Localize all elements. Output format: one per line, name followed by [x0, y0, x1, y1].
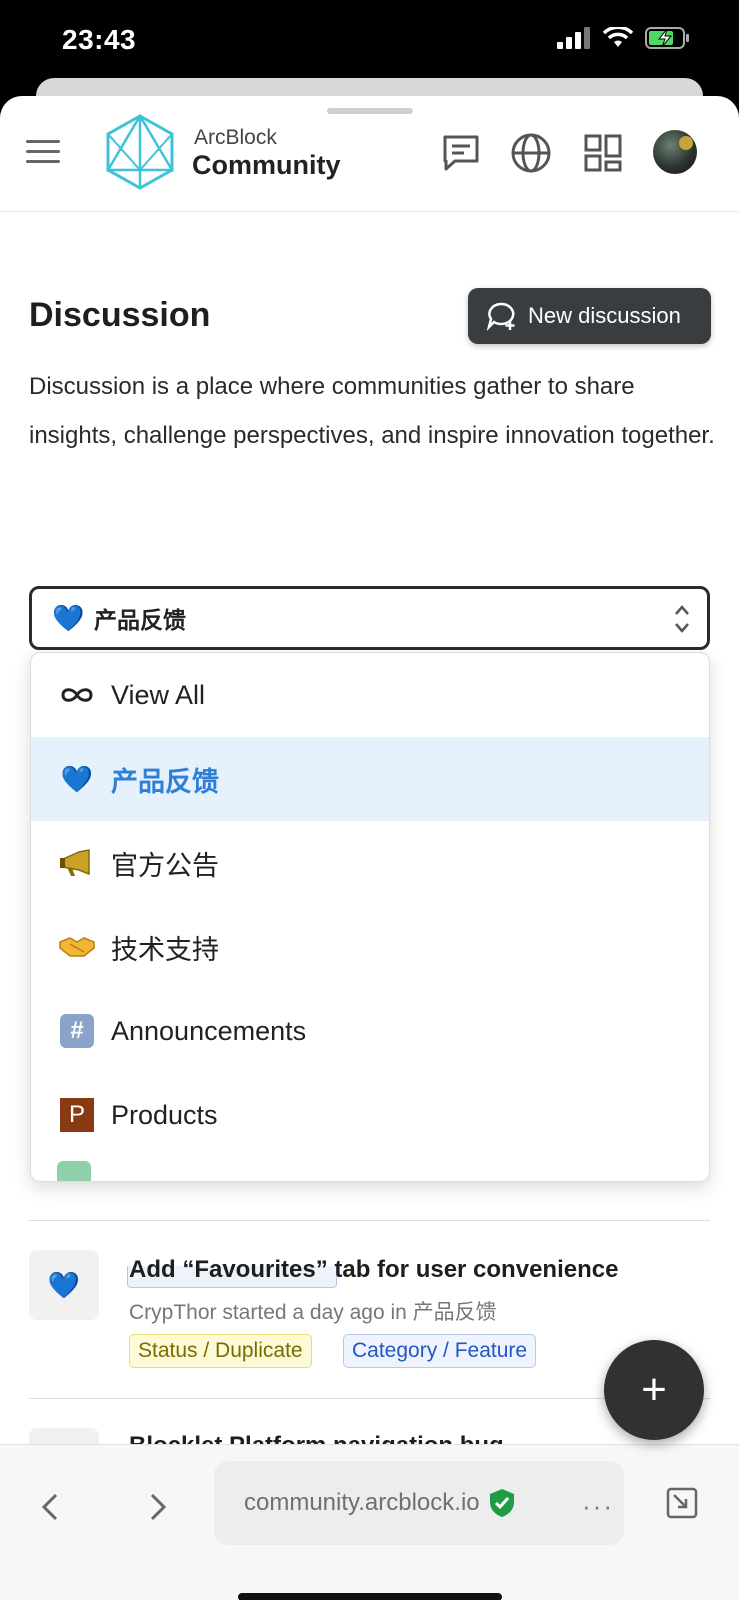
p-letter-icon: P: [57, 1097, 97, 1133]
globe-icon[interactable]: [510, 132, 552, 174]
share-tab-icon[interactable]: [664, 1485, 700, 1521]
board-dropdown: View All 💙 产品反馈 官方公告 技术支持 # Announcement…: [30, 652, 710, 1182]
browser-toolbar: community.arcblock.io ···: [0, 1444, 739, 1600]
more-icon[interactable]: ···: [582, 1491, 614, 1522]
status-tag[interactable]: Status / Duplicate: [129, 1334, 312, 1368]
status-icons: [557, 26, 691, 50]
dropdown-item-tech-support[interactable]: 技术支持: [31, 905, 709, 989]
chevron-up-down-icon: [675, 605, 689, 633]
dropdown-item-products[interactable]: P Products: [31, 1073, 709, 1157]
page-title: Discussion: [29, 296, 211, 334]
hash-icon: #: [57, 1013, 97, 1049]
dropdown-item-label: 官方公告: [111, 850, 219, 881]
handshake-icon: [57, 929, 97, 965]
app-header: ArcBlock Community: [0, 96, 739, 212]
board-select-value: 产品反馈: [94, 607, 186, 633]
signal-icon: [557, 27, 590, 49]
page-description: Discussion is a place where communities …: [29, 373, 715, 449]
dropdown-item-announcements-cn[interactable]: 官方公告: [31, 821, 709, 905]
back-icon[interactable]: [34, 1489, 70, 1525]
url-text: community.arcblock.io: [244, 1489, 480, 1516]
category-tag[interactable]: Category / Feature: [343, 1334, 537, 1368]
post-title[interactable]: Add “Favourites” tab for user convenienc…: [129, 1256, 618, 1284]
browser-sheet: ArcBlock Community Discussion New discus…: [0, 96, 739, 1600]
forward-icon[interactable]: [138, 1489, 174, 1525]
home-indicator: [238, 1593, 502, 1600]
arcblock-logo: [105, 113, 175, 190]
dropdown-item-cut-icon: [57, 1161, 91, 1181]
dropdown-item-label: 产品反馈: [111, 766, 219, 797]
user-avatar[interactable]: [653, 130, 697, 174]
brand-name: ArcBlock: [194, 126, 277, 149]
infinity-icon: [57, 677, 97, 713]
board-select[interactable]: 💙 产品反馈: [29, 586, 710, 650]
list-divider: [29, 1220, 710, 1221]
new-chat-icon: [486, 302, 515, 331]
brand-subtitle: Community: [192, 150, 341, 180]
post-meta: CrypThor started a day ago in 产品反馈: [129, 1301, 497, 1324]
dropdown-item-product-feedback[interactable]: 💙 产品反馈: [31, 737, 709, 821]
status-time: 23:43: [62, 24, 137, 55]
wifi-icon: [603, 27, 633, 47]
dropdown-item-view-all[interactable]: View All: [31, 653, 709, 737]
chat-icon[interactable]: [440, 132, 482, 174]
blue-heart-icon: 💙: [52, 602, 85, 633]
dropdown-item-label: 技术支持: [111, 934, 219, 965]
dropdown-item-announcements[interactable]: # Announcements: [31, 989, 709, 1073]
blue-heart-icon: 💙: [60, 763, 94, 794]
blue-heart-icon: 💙: [29, 1250, 99, 1320]
battery-charging-icon: [645, 27, 689, 49]
megaphone-icon: [57, 845, 97, 881]
menu-icon[interactable]: [26, 140, 60, 166]
apps-grid-icon[interactable]: [582, 132, 624, 174]
add-button[interactable]: +: [604, 1340, 704, 1440]
new-discussion-label: New discussion: [528, 303, 681, 328]
new-discussion-button[interactable]: New discussion: [468, 288, 711, 344]
dropdown-item-label: Announcements: [111, 1015, 307, 1046]
dropdown-item-label: View All: [111, 679, 206, 710]
address-bar[interactable]: community.arcblock.io: [214, 1461, 624, 1545]
secure-shield-icon: [489, 1489, 514, 1517]
dropdown-item-label: Products: [111, 1099, 218, 1130]
